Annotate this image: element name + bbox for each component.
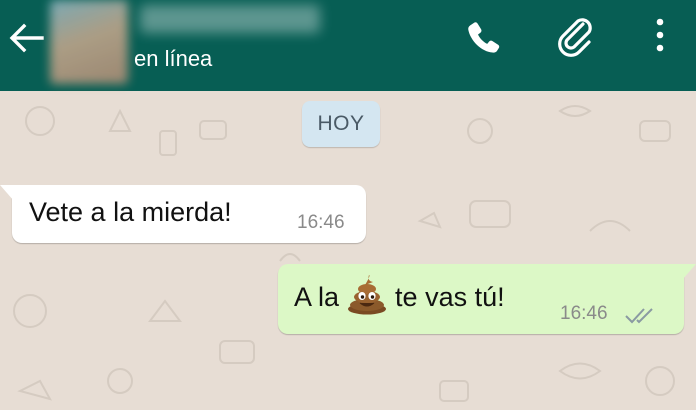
bubble-tail: [0, 185, 14, 201]
more-vert-icon[interactable]: [640, 14, 688, 62]
contact-name[interactable]: [140, 5, 320, 33]
message-text-after: te vas tú!: [395, 282, 505, 312]
pile-of-poo-icon: [348, 274, 387, 315]
chat-area[interactable]: HOY Vete a la mierda! 16:46 A la te vas: [0, 91, 696, 410]
message-text: A la te vas tú!: [294, 274, 505, 315]
contact-status: en línea: [134, 46, 213, 71]
outgoing-message[interactable]: A la te vas tú! 16:46: [278, 264, 696, 334]
date-divider: HOY: [302, 101, 380, 147]
message-text-before: A la: [294, 282, 340, 312]
read-double-tick-icon: [625, 308, 653, 324]
chat-header: en línea: [0, 0, 696, 91]
back-arrow-icon[interactable]: [6, 20, 46, 56]
incoming-message[interactable]: Vete a la mierda! 16:46: [0, 185, 366, 243]
bubble-tail: [682, 264, 696, 280]
phone-icon[interactable]: [460, 14, 508, 62]
avatar[interactable]: [50, 0, 128, 84]
message-time: 16:46: [560, 303, 608, 324]
message-text: Vete a la mierda!: [29, 197, 232, 227]
message-time: 16:46: [297, 212, 345, 233]
paperclip-icon[interactable]: [553, 14, 601, 62]
